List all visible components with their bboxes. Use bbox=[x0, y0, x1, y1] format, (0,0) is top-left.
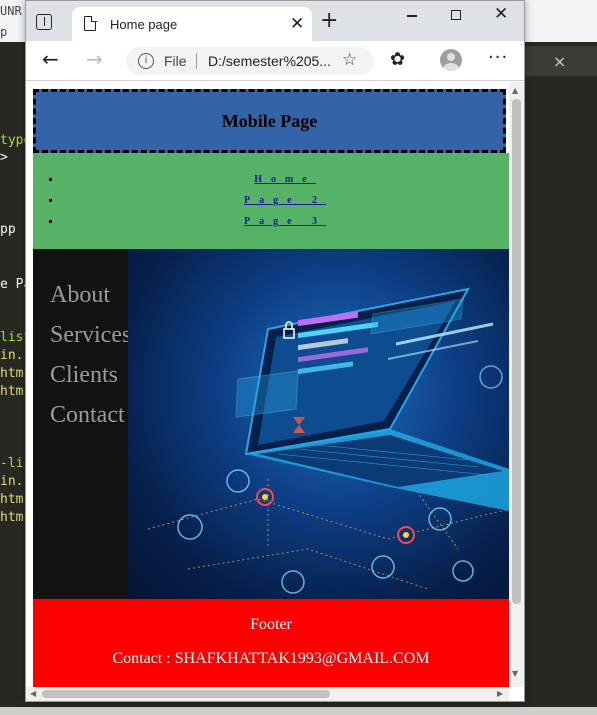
new-tab-button[interactable]: + bbox=[320, 10, 338, 32]
forward-arrow-icon[interactable]: → bbox=[86, 47, 103, 71]
sidebar-item-about[interactable]: About bbox=[50, 275, 128, 315]
address-separator bbox=[196, 53, 197, 69]
sidebar-item-contact[interactable]: Contact bbox=[50, 395, 128, 435]
nav-list: Home Page 2 Page 3 bbox=[33, 171, 509, 234]
sidebar-list: About Services Clients Contact bbox=[33, 275, 128, 435]
page-header: Mobile Page bbox=[33, 89, 506, 153]
more-menu-icon[interactable]: ··· bbox=[488, 47, 508, 68]
url-text[interactable]: D:/semester%205... bbox=[208, 53, 331, 69]
info-icon[interactable]: i bbox=[138, 53, 154, 69]
sidebar-item-clients[interactable]: Clients bbox=[50, 355, 128, 395]
background-taskbar-strip bbox=[0, 707, 597, 715]
code-line: in. bbox=[0, 348, 24, 363]
nav-link-home[interactable]: Home bbox=[61, 171, 509, 188]
extensions-icon[interactable]: ✿ bbox=[390, 49, 405, 70]
background-fragment: p bbox=[0, 25, 8, 39]
code-line: > bbox=[0, 150, 8, 165]
scroll-up-icon[interactable]: ▲ bbox=[512, 86, 518, 95]
sidebar: About Services Clients Contact bbox=[33, 249, 128, 599]
navigation-toolbar: ← → i File D:/semester%205... ☆ ✿ ··· bbox=[26, 41, 524, 81]
code-line: -li bbox=[0, 456, 24, 471]
footer-title: Footer bbox=[250, 616, 292, 633]
page-footer: Footer Contact : SHAFKHATTAK1993@GMAIL.C… bbox=[33, 599, 509, 689]
scheme-label: File bbox=[164, 53, 187, 69]
maximize-icon[interactable] bbox=[451, 10, 461, 20]
scroll-down-icon[interactable]: ▼ bbox=[512, 669, 518, 678]
address-bar[interactable]: i File D:/semester%205... ☆ bbox=[126, 47, 374, 75]
horizontal-scroll-thumb[interactable] bbox=[42, 690, 330, 698]
page-title: Mobile Page bbox=[221, 111, 318, 131]
close-tab-icon[interactable]: ✕ bbox=[290, 14, 304, 34]
browser-tab[interactable]: Home page ✕ bbox=[72, 7, 312, 41]
title-bar: Home page ✕ + ✕ bbox=[26, 1, 524, 41]
back-arrow-icon[interactable]: ← bbox=[42, 47, 59, 71]
page-viewport: Mobile Page Home Page 2 Page 3 About Ser… bbox=[26, 82, 524, 701]
vertical-scrollbar[interactable]: ▲ ▼ bbox=[509, 82, 524, 687]
nav-item: Page 3 bbox=[61, 213, 509, 234]
nav-item: Home bbox=[61, 171, 509, 192]
footer-contact: Contact : SHAFKHATTAK1993@GMAIL.COM bbox=[112, 650, 430, 667]
scroll-right-icon[interactable]: ▶ bbox=[497, 689, 503, 698]
nav-link-page-3[interactable]: Page 3 bbox=[61, 213, 509, 230]
background-fragment: UNR bbox=[0, 4, 22, 18]
nav-item: Page 2 bbox=[61, 192, 509, 213]
page-icon bbox=[84, 15, 97, 31]
nav-menu: Home Page 2 Page 3 bbox=[33, 153, 509, 249]
tab-actions-icon[interactable] bbox=[36, 14, 52, 30]
vertical-scroll-thumb[interactable] bbox=[512, 99, 521, 604]
window-close-icon[interactable]: ✕ bbox=[494, 4, 508, 24]
tab-title: Home page bbox=[110, 17, 178, 32]
browser-window: Home page ✕ + ✕ ← → i File D:/semester%2… bbox=[25, 0, 525, 702]
minimize-icon[interactable] bbox=[407, 15, 417, 17]
code-line: pp bbox=[0, 222, 16, 237]
profile-avatar[interactable] bbox=[440, 49, 462, 71]
hero-image bbox=[128, 249, 509, 599]
add-favorite-icon[interactable]: ☆ bbox=[342, 50, 357, 70]
background-tab-close-icon[interactable]: × bbox=[553, 52, 566, 71]
horizontal-scrollbar[interactable]: ◀ ▶ bbox=[26, 687, 509, 701]
code-line: in. bbox=[0, 474, 24, 489]
nav-link-page-2[interactable]: Page 2 bbox=[61, 192, 509, 209]
scroll-left-icon[interactable]: ◀ bbox=[30, 689, 36, 698]
laptop-illustration bbox=[147, 287, 509, 594]
sidebar-item-services[interactable]: Services bbox=[50, 315, 128, 355]
